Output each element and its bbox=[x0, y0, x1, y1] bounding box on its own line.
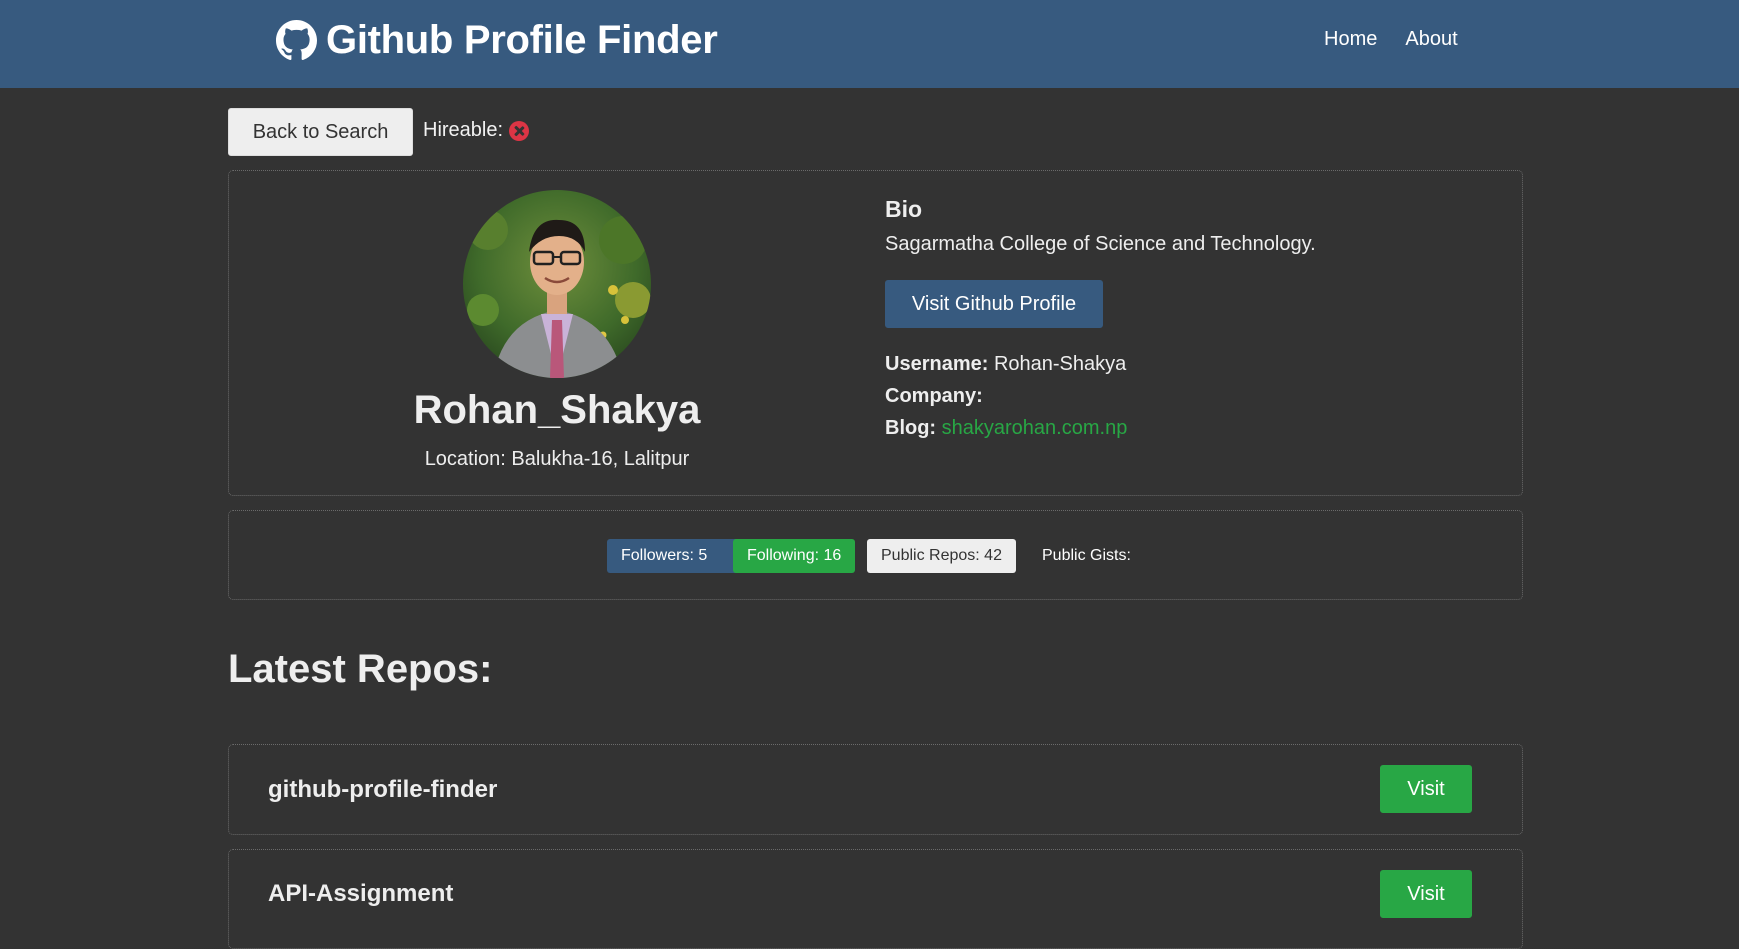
username-row: Username: Rohan-Shakya bbox=[885, 353, 1126, 376]
following-badge: Following: 16 bbox=[733, 539, 855, 573]
navbar: Github Profile Finder Home About bbox=[0, 0, 1739, 88]
nav-link-about[interactable]: About bbox=[1405, 28, 1457, 51]
visit-repo-button[interactable]: Visit bbox=[1380, 870, 1472, 918]
username-value: Rohan-Shakya bbox=[993, 353, 1127, 375]
nav-links: Home About bbox=[1324, 28, 1458, 51]
github-icon bbox=[276, 20, 317, 60]
brand-link[interactable]: Github Profile Finder bbox=[276, 18, 718, 63]
repo-name: github-profile-finder bbox=[268, 776, 498, 803]
avatar bbox=[463, 190, 651, 378]
bio-text: Sagarmatha College of Science and Techno… bbox=[885, 233, 1316, 255]
company-label: Company: bbox=[885, 385, 983, 407]
hireable-label: Hireable: bbox=[423, 119, 504, 141]
public-gists-badge: Public Gists: bbox=[1042, 547, 1131, 564]
public-repos-badge: Public Repos: 42 bbox=[867, 539, 1016, 573]
latest-repos-title: Latest Repos: bbox=[228, 647, 493, 691]
company-row: Company: bbox=[885, 385, 983, 408]
bio-heading: Bio bbox=[885, 196, 923, 222]
blog-row: Blog: shakyarohan.com.np bbox=[885, 417, 1127, 440]
brand-title: Github Profile Finder bbox=[326, 18, 718, 62]
username-label: Username: bbox=[885, 353, 989, 375]
x-circle-icon bbox=[509, 120, 530, 141]
repo-name: API-Assignment bbox=[268, 880, 454, 907]
nav-link-home[interactable]: Home bbox=[1324, 28, 1377, 51]
visit-repo-button[interactable]: Visit bbox=[1380, 765, 1472, 813]
blog-label: Blog: bbox=[885, 417, 937, 439]
back-to-search-button[interactable]: Back to Search bbox=[228, 108, 413, 156]
avatar-image bbox=[463, 190, 651, 378]
hireable-status: Hireable: bbox=[423, 119, 530, 142]
visit-github-profile-button[interactable]: Visit Github Profile bbox=[885, 280, 1103, 328]
blog-link[interactable]: shakyarohan.com.np bbox=[942, 417, 1128, 439]
profile-name: Rohan_Shakya bbox=[413, 388, 701, 432]
followers-badge: Followers: 5 bbox=[607, 539, 752, 573]
profile-location: Location: Balukha-16, Lalitpur bbox=[424, 448, 690, 470]
